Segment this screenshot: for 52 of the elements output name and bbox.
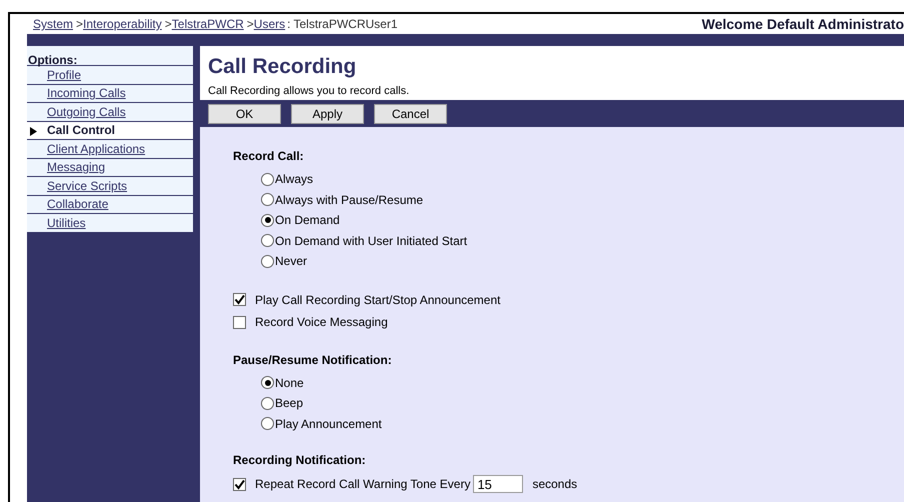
option-label: Always: [275, 171, 314, 188]
radio-button[interactable]: [261, 417, 274, 430]
radio-button[interactable]: [261, 214, 274, 227]
bullet-icon: [30, 126, 37, 136]
breadcrumb-separator: >: [76, 16, 84, 33]
sidebar-item[interactable]: Call Control: [27, 122, 193, 140]
radio-button[interactable]: [261, 193, 274, 206]
sidebar-item[interactable]: Messaging: [27, 158, 193, 177]
checkbox[interactable]: [233, 316, 246, 329]
sidebar-item[interactable]: Client Applications: [27, 140, 193, 158]
checkbox[interactable]: [233, 478, 246, 491]
checkbox[interactable]: [233, 293, 246, 306]
breadcrumb-link[interactable]: TelstraPWCR: [172, 15, 244, 33]
sidebar-item[interactable]: Service Scripts: [27, 177, 193, 196]
section-heading: Pause/Resume Notification:: [233, 352, 393, 368]
option-label: Always with Pause/Resume: [275, 192, 424, 209]
breadcrumb-separator: >: [164, 16, 172, 33]
toolbar-button[interactable]: Cancel: [374, 104, 447, 124]
option-label: On Demand: [275, 212, 340, 230]
option-label: Play Announcement: [275, 416, 382, 433]
option-label: Repeat Record Call Warning Tone Every: [255, 476, 470, 494]
section-heading: Record Call:: [233, 148, 305, 165]
welcome-text: Welcome Default Administrato: [702, 14, 904, 34]
radio-button[interactable]: [261, 376, 274, 390]
option-label: On Demand with User Initiated Start: [275, 232, 468, 250]
breadcrumb-separator: :: [287, 16, 290, 33]
page-description: Call Recording allows you to record calls.: [207, 84, 410, 99]
toolbar-button[interactable]: OK: [208, 104, 281, 124]
radio-button[interactable]: [261, 254, 274, 268]
option-label: Never: [275, 253, 308, 270]
sidebar-item[interactable]: Utilities: [27, 214, 193, 232]
radio-button[interactable]: [261, 396, 274, 410]
section-heading: Recording Notification:: [233, 452, 367, 469]
page-title: Call Recording: [207, 54, 358, 80]
sidebar-item[interactable]: Collaborate: [27, 196, 193, 214]
breadcrumb-link[interactable]: System: [33, 15, 74, 33]
sidebar-item[interactable]: Profile: [27, 66, 193, 84]
option-label: Record Voice Messaging: [255, 314, 388, 332]
breadcrumb-current: TelstraPWCRUser1: [293, 16, 398, 33]
toolbar-button[interactable]: Apply: [291, 104, 364, 124]
option-label: None: [275, 374, 304, 392]
input-field[interactable]: 15: [473, 475, 524, 494]
breadcrumb-link[interactable]: Users: [254, 15, 286, 33]
radio-button[interactable]: [261, 234, 274, 248]
option-label: Play Call Recording Start/Stop Announcement: [255, 292, 500, 309]
radio-button[interactable]: [261, 172, 274, 186]
options-heading: Options:: [27, 46, 193, 66]
unit-label: seconds: [532, 476, 578, 494]
breadcrumb-separator: >: [246, 16, 254, 33]
sidebar-item[interactable]: Incoming Calls: [27, 84, 193, 103]
option-label: Beep: [275, 395, 304, 412]
breadcrumb-link[interactable]: Interoperability: [83, 15, 162, 33]
